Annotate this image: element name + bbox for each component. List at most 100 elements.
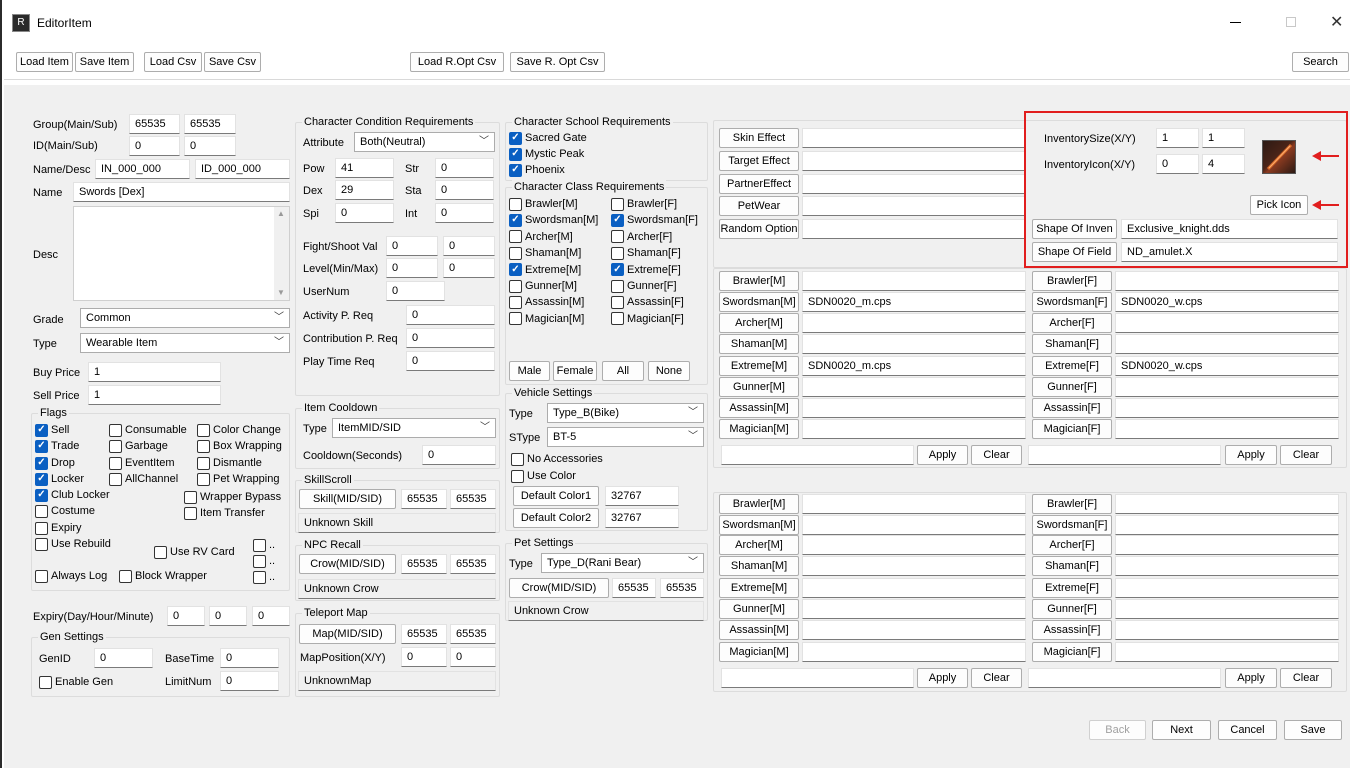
wear2-magician-f-button[interactable]: Magician[F]: [1032, 642, 1112, 662]
wear-shaman-f-input[interactable]: [1115, 334, 1339, 354]
flag-drop-checkbox[interactable]: ✓ Drop: [35, 456, 75, 470]
default-color2-button[interactable]: Default Color2: [513, 508, 599, 528]
id-sub-input[interactable]: 0: [184, 136, 236, 156]
class-archer-m-checkbox[interactable]: Archer[M]: [509, 230, 573, 244]
sta-input[interactable]: 0: [435, 180, 494, 200]
class-swordsman-f-checkbox[interactable]: ✓ Swordsman[F]: [611, 213, 698, 227]
grade-select[interactable]: Common ﹀: [80, 308, 290, 328]
flag-club-locker-checkbox[interactable]: ✓ Club Locker: [35, 488, 110, 502]
type-select[interactable]: Wearable Item ﹀: [80, 333, 290, 353]
desc-scrollbar[interactable]: [274, 207, 289, 300]
wear2-swordsman-m-button[interactable]: Swordsman[M]: [719, 515, 799, 535]
expiry-day-input[interactable]: 0: [167, 606, 205, 626]
wear1-female-apply-input[interactable]: [1028, 445, 1221, 465]
default-color1-input[interactable]: 32767: [605, 486, 679, 506]
flag-costume-checkbox[interactable]: Costume: [35, 504, 95, 518]
wear2-shaman-m-input[interactable]: [802, 556, 1026, 576]
wear-extreme-f-input[interactable]: SDN0020_w.cps: [1115, 356, 1339, 376]
load-item-button[interactable]: Load Item: [16, 52, 73, 72]
wear-brawler-m-input[interactable]: [802, 271, 1026, 291]
wear-gunner-f-button[interactable]: Gunner[F]: [1032, 377, 1112, 397]
map-sid-input[interactable]: 65535: [450, 624, 496, 644]
wear-swordsman-f-input[interactable]: SDN0020_w.cps: [1115, 292, 1339, 312]
wear2-swordsman-m-input[interactable]: [802, 515, 1026, 535]
vehicle-type-select[interactable]: Type_B(Bike) ﹀: [547, 403, 704, 423]
class-gunner-m-checkbox[interactable]: Gunner[M]: [509, 279, 577, 293]
save-csv-button[interactable]: Save Csv: [204, 52, 261, 72]
wear-extreme-f-button[interactable]: Extreme[F]: [1032, 356, 1112, 376]
wear1-male-apply-input[interactable]: [721, 445, 914, 465]
flag-eventitem-checkbox[interactable]: EventItem: [109, 456, 175, 470]
limitnum-input[interactable]: 0: [220, 671, 279, 691]
name-input[interactable]: Swords [Dex]: [73, 182, 290, 202]
pet-crow-button[interactable]: Crow(MID/SID): [509, 578, 609, 598]
school-sacred-gate-checkbox[interactable]: ✓ Sacred Gate: [509, 131, 587, 145]
flag-locker-checkbox[interactable]: ✓ Locker: [35, 472, 84, 486]
id-main-input[interactable]: 0: [129, 136, 180, 156]
wear2-female-clear-button[interactable]: Clear: [1280, 668, 1332, 688]
wear-swordsman-m-input[interactable]: SDN0020_m.cps: [802, 292, 1026, 312]
class-extreme-m-checkbox[interactable]: ✓ Extreme[M]: [509, 263, 581, 277]
group-main-input[interactable]: 65535: [129, 114, 180, 134]
wear2-magician-f-input[interactable]: [1115, 642, 1339, 662]
pet-crow-sid-input[interactable]: 65535: [660, 578, 704, 598]
wear-shaman-m-input[interactable]: [802, 334, 1026, 354]
all-button[interactable]: All: [602, 361, 644, 381]
class-magician-m-checkbox[interactable]: Magician[M]: [509, 312, 584, 326]
target-effect-input[interactable]: [802, 151, 1026, 171]
wear2-assassin-f-input[interactable]: [1115, 620, 1339, 640]
vehicle-stype-select[interactable]: BT-5 ﹀: [547, 427, 704, 447]
flag-item-transfer-checkbox[interactable]: Item Transfer: [184, 506, 265, 520]
fight-b-input[interactable]: 0: [443, 236, 495, 256]
wear-magician-m-button[interactable]: Magician[M]: [719, 419, 799, 439]
use-color-checkbox[interactable]: Use Color: [511, 469, 576, 483]
save-button[interactable]: Save: [1284, 720, 1342, 740]
random-option-button[interactable]: Random Option: [719, 219, 799, 239]
scroll-up-icon[interactable]: ▲: [277, 209, 285, 218]
name-code-input[interactable]: IN_000_000: [95, 159, 190, 179]
class-shaman-f-checkbox[interactable]: Shaman[F]: [611, 246, 681, 260]
wear2-assassin-m-button[interactable]: Assassin[M]: [719, 620, 799, 640]
wear-gunner-f-input[interactable]: [1115, 377, 1339, 397]
class-brawler-m-checkbox[interactable]: Brawler[M]: [509, 197, 578, 211]
wear2-shaman-f-input[interactable]: [1115, 556, 1339, 576]
wear2-brawler-m-button[interactable]: Brawler[M]: [719, 494, 799, 514]
wear2-magician-m-button[interactable]: Magician[M]: [719, 642, 799, 662]
flag-box-wrapping-checkbox[interactable]: Box Wrapping: [197, 439, 282, 453]
genid-input[interactable]: 0: [94, 648, 153, 668]
map-x-input[interactable]: 0: [401, 647, 447, 667]
flag-always-log-checkbox[interactable]: Always Log: [35, 569, 107, 583]
map-mid-sid-button[interactable]: Map(MID/SID): [299, 624, 396, 644]
partner-effect-button[interactable]: PartnerEffect: [719, 174, 799, 194]
wear-extreme-m-input[interactable]: SDN0020_m.cps: [802, 356, 1026, 376]
wear2-magician-m-input[interactable]: [802, 642, 1026, 662]
partner-effect-input[interactable]: [802, 174, 1026, 194]
school-mystic-peak-checkbox[interactable]: ✓ Mystic Peak: [509, 147, 584, 161]
map-mid-input[interactable]: 65535: [401, 624, 447, 644]
desc-code-input[interactable]: ID_000_000: [195, 159, 290, 179]
wear-assassin-m-button[interactable]: Assassin[M]: [719, 398, 799, 418]
buy-price-input[interactable]: 1: [88, 362, 221, 382]
flag-expiry-checkbox[interactable]: Expiry: [35, 521, 82, 535]
target-effect-button[interactable]: Target Effect: [719, 151, 799, 171]
class-magician-f-checkbox[interactable]: Magician[F]: [611, 312, 684, 326]
wear-extreme-m-button[interactable]: Extreme[M]: [719, 356, 799, 376]
wear2-extreme-m-input[interactable]: [802, 578, 1026, 598]
dex-input[interactable]: 29: [335, 180, 394, 200]
group-sub-input[interactable]: 65535: [184, 114, 236, 134]
skill-mid-sid-button[interactable]: Skill(MID/SID): [299, 489, 396, 509]
wear-shaman-f-button[interactable]: Shaman[F]: [1032, 334, 1112, 354]
contribution-input[interactable]: 0: [406, 328, 495, 348]
default-color2-input[interactable]: 32767: [605, 508, 679, 528]
class-extreme-f-checkbox[interactable]: ✓ Extreme[F]: [611, 263, 681, 277]
wear-archer-m-input[interactable]: [802, 313, 1026, 333]
flag-allchannel-checkbox[interactable]: AllChannel: [109, 472, 178, 486]
wear2-assassin-f-button[interactable]: Assassin[F]: [1032, 620, 1112, 640]
expiry-hour-input[interactable]: 0: [209, 606, 247, 626]
wear-brawler-f-button[interactable]: Brawler[F]: [1032, 271, 1112, 291]
default-color1-button[interactable]: Default Color1: [513, 486, 599, 506]
load-ropt-csv-button[interactable]: Load R.Opt Csv: [410, 52, 504, 72]
wear-magician-m-input[interactable]: [802, 419, 1026, 439]
flag-more-checkbox[interactable]: ..: [253, 570, 275, 584]
sell-price-input[interactable]: 1: [88, 385, 221, 405]
